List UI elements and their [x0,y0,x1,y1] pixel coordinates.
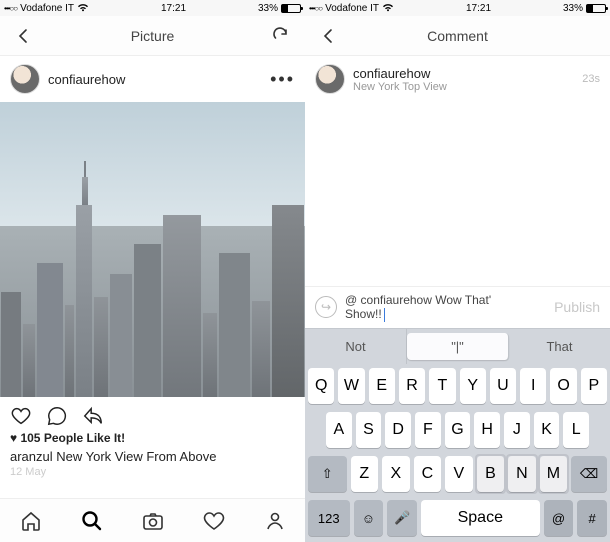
numbers-key[interactable]: 123 [308,500,350,536]
key-d[interactable]: D [385,412,411,448]
battery-percent: 33% [563,3,583,14]
post-caption-small: New York Top View [353,81,447,93]
refresh-icon [272,27,290,45]
reply-icon[interactable]: ↪ [315,296,337,318]
comment-screen: •••○○ Vodafone IT 17:21 33% Comment conf… [305,0,610,542]
battery-icon [281,4,301,13]
refresh-button[interactable] [269,24,293,48]
key-a[interactable]: A [326,412,352,448]
comment-input[interactable]: @ confiaurehow Wow That' Show!! [345,293,546,322]
comment-header: confiaurehow New York Top View 23s [305,56,610,102]
key-f[interactable]: F [415,412,441,448]
signal-dots: •••○○ [309,4,322,13]
publish-button[interactable]: Publish [554,299,600,315]
more-button[interactable]: ••• [270,69,295,90]
suggestion-left[interactable]: Not [305,329,407,364]
emoji-key[interactable]: ☺ [354,500,384,536]
autocorrect-bar: Not "|" That [305,328,610,364]
mic-key[interactable]: 🎤 [387,500,417,536]
nav-bar: Picture [0,16,305,56]
carrier-label: Vodafone IT [20,3,74,14]
search-tab-icon[interactable] [80,509,104,533]
key-p[interactable]: P [581,368,607,404]
username[interactable]: confiaurehow [48,72,125,87]
key-z[interactable]: Z [351,456,379,492]
likes-count[interactable]: ♥ 105 People Like It! [0,431,305,445]
action-row [0,397,305,431]
picture-screen: •••○○ Vodafone IT 17:21 33% Picture conf… [0,0,305,542]
key-q[interactable]: Q [308,368,334,404]
key-x[interactable]: X [382,456,410,492]
clock: 17:21 [466,3,491,14]
timestamp: 23s [582,73,600,85]
battery-percent: 33% [258,3,278,14]
nav-title: Comment [341,28,574,44]
nav-title: Picture [36,28,269,44]
post-caption: aranzul New York View From Above [0,445,305,466]
username[interactable]: confiaurehow [353,66,447,81]
signal-dots: •••○○ [4,4,17,13]
back-button[interactable] [12,24,36,48]
hash-key[interactable]: # [577,500,607,536]
key-w[interactable]: W [338,368,364,404]
comment-list [305,102,610,286]
wifi-icon [382,4,394,12]
key-u[interactable]: U [490,368,516,404]
back-button[interactable] [317,24,341,48]
key-j[interactable]: J [504,412,530,448]
key-v[interactable]: V [445,456,473,492]
status-bar: •••○○ Vodafone IT 17:21 33% [305,0,610,16]
backspace-key[interactable]: ⌫ [571,456,607,492]
comment-input-row: ↪ @ confiaurehow Wow That' Show!! Publis… [305,286,610,328]
key-t[interactable]: T [429,368,455,404]
key-c[interactable]: C [414,456,442,492]
key-e[interactable]: E [369,368,395,404]
post-image[interactable] [0,102,305,397]
key-s[interactable]: S [356,412,382,448]
space-key[interactable]: Space [421,500,540,536]
profile-tab-icon[interactable] [263,509,287,533]
heart-icon[interactable] [10,405,32,427]
chevron-left-icon [15,27,33,45]
post-header: confiaurehow ••• [0,56,305,102]
nav-bar: Comment [305,16,610,56]
text-cursor [384,308,386,322]
suggestion-mid[interactable]: "|" [407,333,509,360]
key-r[interactable]: R [399,368,425,404]
key-y[interactable]: Y [460,368,486,404]
key-g[interactable]: G [445,412,471,448]
avatar[interactable] [10,64,40,94]
tab-bar [0,498,305,542]
key-l[interactable]: L [563,412,589,448]
status-bar: •••○○ Vodafone IT 17:21 33% [0,0,305,16]
share-icon[interactable] [82,405,104,427]
battery-icon [586,4,606,13]
activity-tab-icon[interactable] [202,509,226,533]
key-h[interactable]: H [474,412,500,448]
chevron-left-icon [320,27,338,45]
key-k[interactable]: K [534,412,560,448]
avatar[interactable] [315,64,345,94]
suggestion-right[interactable]: That [509,329,610,364]
kb-row-2: A S D F G H J K L [308,412,607,448]
shift-key[interactable]: ⇧ [308,456,347,492]
at-key[interactable]: @ [544,500,574,536]
key-o[interactable]: O [550,368,576,404]
key-m[interactable]: M [540,456,568,492]
home-tab-icon[interactable] [19,509,43,533]
carrier-label: Vodafone IT [325,3,379,14]
key-b[interactable]: B [477,456,505,492]
camera-tab-icon[interactable] [141,509,165,533]
wifi-icon [77,4,89,12]
post-date: 12 May [0,466,305,484]
key-i[interactable]: I [520,368,546,404]
key-n[interactable]: N [508,456,536,492]
comment-icon[interactable] [46,405,68,427]
kb-row-1: Q W E R T Y U I O P [308,368,607,404]
kb-row-3: ⇧ Z X C V B N M ⌫ [308,456,607,492]
kb-row-4: 123 ☺ 🎤 Space @ # [308,500,607,536]
keyboard: Q W E R T Y U I O P A S D F G H J K L ⇧ … [305,364,610,542]
clock: 17:21 [161,3,186,14]
